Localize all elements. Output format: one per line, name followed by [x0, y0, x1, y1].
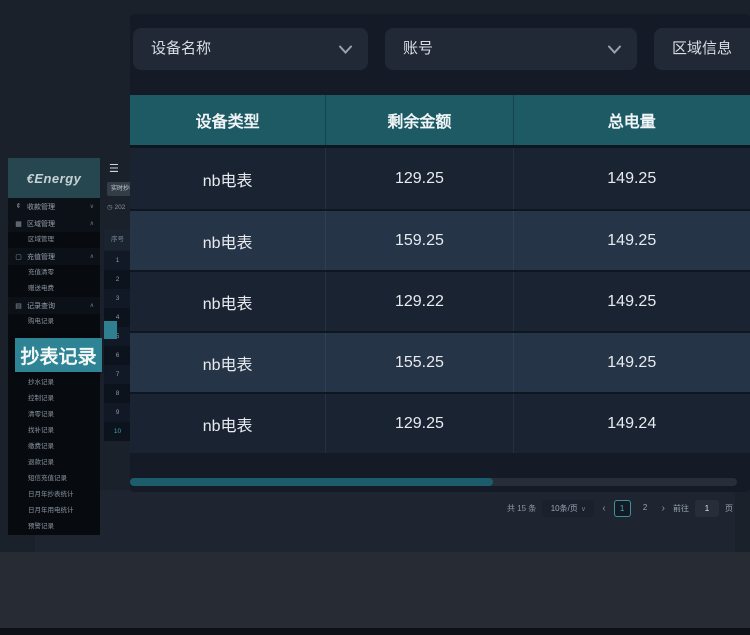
index-row: 3 [104, 289, 131, 308]
table-row[interactable]: nb电表 129.22 149.25 [130, 270, 750, 331]
sidebar-subitem-recharge-clear[interactable]: 充值清零 [8, 265, 100, 281]
header-total-power: 总电量 [513, 95, 750, 145]
table-row[interactable]: nb电表 159.25 149.25 [130, 209, 750, 270]
date-filter[interactable]: ◷ 202 [107, 203, 125, 211]
pagination: 共 15 条 10条/页 ∨ ‹ 1 2 › 前往 页 [507, 500, 733, 517]
table-row[interactable]: nb电表 129.25 149.25 [130, 148, 750, 209]
sidebar-subitem-purchase-record[interactable]: 购电记录 [8, 314, 100, 330]
header-device-type: 设备类型 [130, 95, 325, 145]
sidebar-subitem-power-stats[interactable]: 日月年用电统计 [8, 503, 100, 519]
records-icon: ▤ [14, 302, 23, 310]
chevron-down-icon: ∨ [581, 505, 586, 513]
sidebar-item-recharge[interactable]: ▢ 充值管理 ∧ [8, 248, 100, 265]
goto-page-input[interactable] [695, 500, 719, 517]
next-page-button[interactable]: › [660, 503, 667, 514]
active-menu-item-enlarged[interactable]: 抄表记录 [15, 338, 102, 372]
background-content-panel: 共 15 条 10条/页 ∨ ‹ 1 2 › 前往 页 [35, 490, 735, 552]
goto-page-unit: 页 [725, 503, 733, 514]
index-row: 8 [104, 384, 131, 403]
sidebar-subitem-meter-stats[interactable]: 日月年抄表统计 [8, 487, 100, 503]
sidebar-subitem-pay-record[interactable]: 缴费记录 [8, 439, 100, 455]
date-text: 202 [114, 204, 125, 211]
sidebar-subitem-region[interactable]: 区域管理 [8, 232, 100, 248]
index-row: 1 [104, 251, 131, 270]
sidebar-subitem-control-record[interactable]: 控制记录 [8, 391, 100, 407]
index-row: 2 [104, 270, 131, 289]
sidebar-subitem-adjust-record[interactable]: 找补记录 [8, 423, 100, 439]
recharge-icon: ▢ [14, 253, 23, 261]
index-row: 7 [104, 365, 131, 384]
goto-page-label: 前往 [673, 503, 689, 514]
app-logo: €Energy [8, 158, 100, 198]
sidebar-item-region[interactable]: ▦ 区域管理 ∧ [8, 215, 100, 232]
index-column-header: 序号 [104, 229, 131, 250]
page-number-1[interactable]: 1 [614, 500, 631, 517]
page-number-2[interactable]: 2 [637, 500, 654, 517]
meter-reading-panel: 设备名称 账号 区域信息 设备类型 剩余金额 总电量 nb电表 129.25 1… [130, 14, 750, 492]
chevron-down-icon [608, 45, 621, 54]
clock-icon: ◷ [107, 204, 113, 211]
table-row[interactable]: nb电表 129.25 149.24 [130, 392, 750, 453]
page-bottom-area [0, 552, 750, 628]
prev-page-button[interactable]: ‹ [600, 503, 607, 514]
index-row: 6 [104, 346, 131, 365]
region-select[interactable]: 区域信息 [654, 28, 750, 70]
sidebar-subitem-refund-record[interactable]: 退款记录 [8, 455, 100, 471]
sidebar-item-records[interactable]: ▤ 记录查询 ∧ [8, 297, 100, 314]
data-table: 设备类型 剩余金额 总电量 nb电表 129.25 149.25 nb电表 15… [130, 95, 750, 453]
pagination-total: 共 15 条 [507, 503, 536, 514]
sidebar-subitem-sms-recharge-record[interactable]: 短信充值记录 [8, 471, 100, 487]
sidebar-item-payment[interactable]: ¢ 收款管理 ∨ [8, 198, 100, 215]
highlight-fragment [104, 321, 117, 339]
table-header-row: 设备类型 剩余金额 总电量 [130, 95, 750, 148]
chevron-up-icon: ∧ [90, 302, 94, 309]
sidebar-subitem-clear-record[interactable]: 清零记录 [8, 407, 100, 423]
filter-bar: 设备名称 账号 区域信息 [130, 28, 750, 70]
account-select[interactable]: 账号 [385, 28, 637, 70]
page-size-select[interactable]: 10条/页 ∨ [542, 500, 594, 517]
region-icon: ▦ [14, 220, 23, 228]
index-row-active: 10 [104, 422, 131, 441]
sidebar-subitem-water-record[interactable]: 抄水记录 [8, 375, 100, 391]
page-size-label: 10条/页 [551, 503, 578, 514]
horizontal-scrollbar[interactable] [130, 478, 737, 486]
device-name-select[interactable]: 设备名称 [133, 28, 368, 70]
header-remaining-amount: 剩余金额 [325, 95, 512, 145]
sidebar-subitem-gift-power[interactable]: 赠送电费 [8, 281, 100, 297]
sidebar-subitem-warning-record[interactable]: 预警记录 [8, 519, 100, 535]
chevron-down-icon [339, 45, 352, 54]
chevron-down-icon: ∨ [90, 203, 94, 210]
index-row: 9 [104, 403, 131, 422]
table-row[interactable]: nb电表 155.25 149.25 [130, 331, 750, 392]
hamburger-menu-icon[interactable]: ☰ [109, 162, 119, 175]
scrollbar-thumb[interactable] [130, 478, 493, 486]
chevron-up-icon: ∧ [90, 253, 94, 260]
page-bottom-edge [0, 628, 750, 635]
chevron-up-icon: ∧ [90, 220, 94, 227]
index-column: 1 2 3 4 5 6 7 8 9 10 [104, 251, 131, 441]
payment-icon: ¢ [14, 203, 23, 210]
